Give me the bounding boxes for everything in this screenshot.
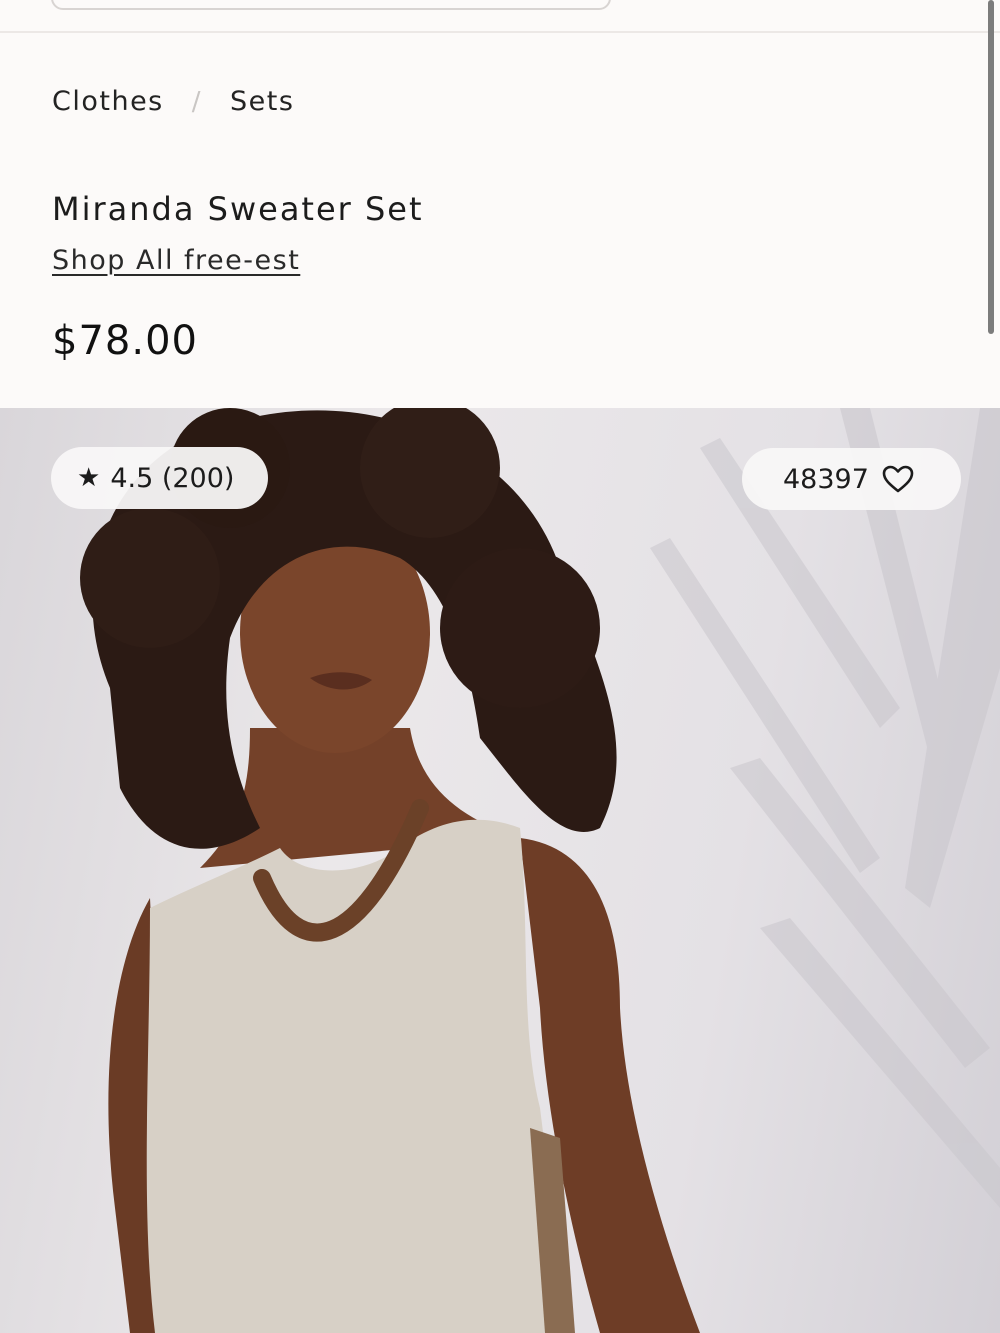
rating-badge[interactable]: ★ 4.5 (200)	[51, 447, 268, 509]
search-input[interactable]	[51, 0, 611, 10]
product-photo-illustration	[80, 408, 1000, 1333]
shop-brand-link[interactable]: Shop All free-est	[52, 245, 300, 276]
breadcrumb-item-sets[interactable]: Sets	[230, 86, 294, 117]
rating-text: 4.5 (200)	[110, 462, 235, 494]
breadcrumb-separator: /	[191, 86, 203, 117]
product-title: Miranda Sweater Set	[52, 190, 424, 228]
favorite-button[interactable]: 48397	[742, 448, 961, 510]
star-icon: ★	[77, 463, 101, 493]
scrollbar[interactable]	[988, 0, 994, 334]
header-bar	[0, 0, 1000, 33]
heart-icon	[881, 464, 915, 494]
breadcrumb: Clothes / Sets	[52, 86, 294, 117]
breadcrumb-item-clothes[interactable]: Clothes	[52, 86, 164, 117]
favorite-count: 48397	[783, 463, 869, 495]
product-price: $78.00	[52, 318, 198, 364]
product-page: Clothes / Sets Miranda Sweater Set Shop …	[0, 0, 1000, 1333]
product-image[interactable]	[0, 408, 1000, 1333]
